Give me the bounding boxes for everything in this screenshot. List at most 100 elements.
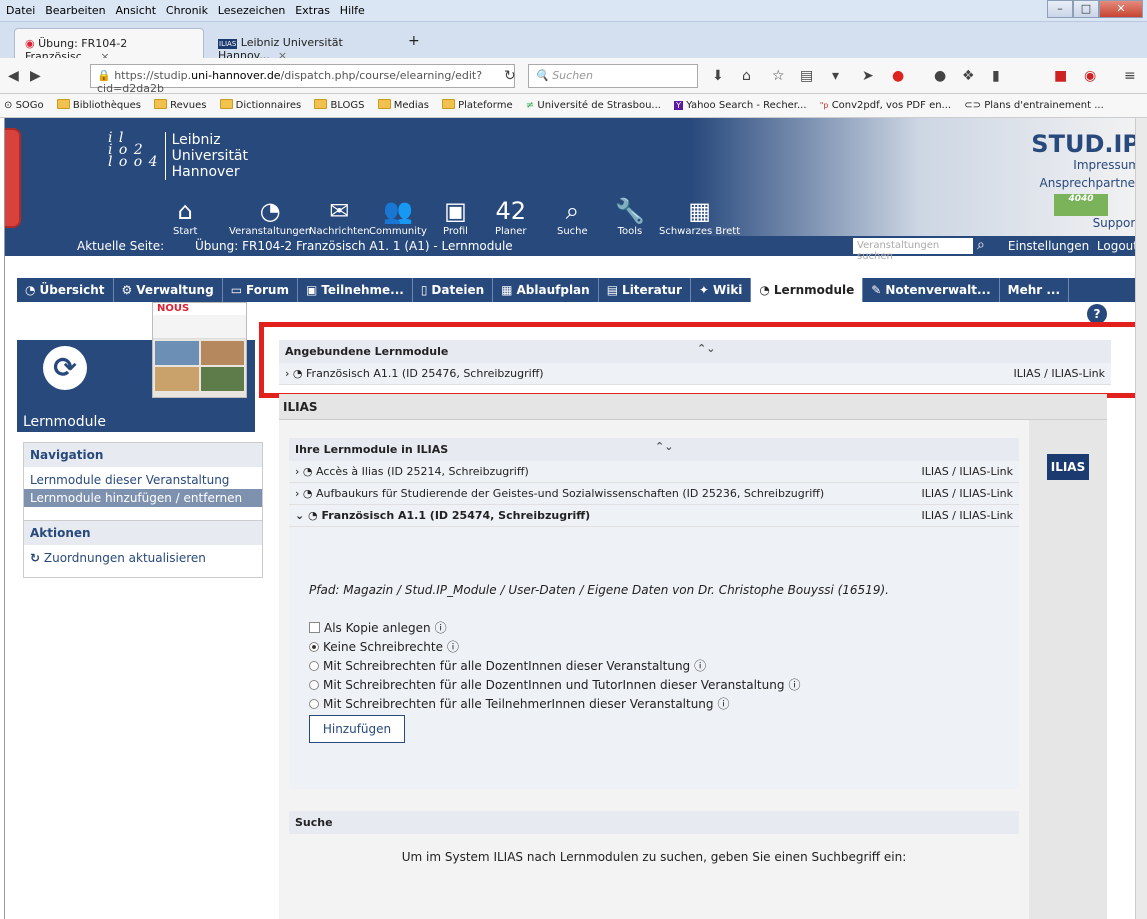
- ansprechpartner-link[interactable]: Ansprechpartner: [1040, 176, 1140, 190]
- menu-ansicht[interactable]: Ansicht: [115, 4, 156, 17]
- browser-tab-active[interactable]: ◉ Übung: FR104-2 Französisc... ×: [14, 28, 204, 63]
- list-item[interactable]: › ◔ Accès à Ilias (ID 25214, Schreibzugr…: [289, 461, 1019, 483]
- bookmark-sogo[interactable]: ⊙ SOGo: [4, 100, 44, 111]
- tab-wiki[interactable]: ✦ Wiki: [691, 278, 752, 302]
- list-item-expanded[interactable]: ⌄ ◔ Französisch A1.1 (ID 25474, Schreibz…: [289, 505, 1019, 527]
- menu-hilfe[interactable]: Hilfe: [340, 4, 365, 17]
- download-icon[interactable]: ⬇: [712, 68, 724, 84]
- tab-verwaltung[interactable]: ⚙ Verwaltung: [114, 278, 223, 302]
- nav-start[interactable]: ⌂ Start: [173, 196, 197, 237]
- menu-extras[interactable]: Extras: [295, 4, 330, 17]
- nav-planer[interactable]: 42 Planer: [495, 196, 527, 237]
- pocket-icon[interactable]: ▾: [832, 68, 839, 84]
- wrench-icon: 🔧: [615, 197, 645, 225]
- close-window-icon[interactable]: ✕: [1099, 0, 1143, 18]
- radio-write-dozent-tutor[interactable]: Mit Schreibrechten für alle DozentInnen …: [309, 676, 800, 693]
- list-item[interactable]: › ◔ Aufbaukurs für Studierende der Geist…: [289, 483, 1019, 505]
- nav-community[interactable]: 👥 Community: [369, 196, 427, 237]
- course-search-input[interactable]: Veranstaltungen suchen: [853, 238, 973, 262]
- bookmark-star-icon[interactable]: ☆: [772, 68, 785, 84]
- collapse-all-icon[interactable]: ⌃⌄: [655, 440, 673, 453]
- nav-nachrichten[interactable]: ✉ Nachrichten: [309, 196, 370, 237]
- tab-uebersicht[interactable]: ◔ Übersicht: [17, 278, 114, 302]
- info-icon[interactable]: ⓘ: [694, 657, 706, 674]
- bookmark-folder[interactable]: Revues: [154, 99, 206, 111]
- breadcrumb[interactable]: Übung: FR104-2 Französisch A1. 1 (A1) - …: [195, 239, 513, 253]
- nav-veranstaltungen[interactable]: ◔ Veranstaltungen: [229, 196, 311, 237]
- copy-checkbox[interactable]: Als Kopie anlegen ⓘ: [309, 619, 800, 636]
- university-logo[interactable]: i l i o 2 l o o 4 Leibniz Universität Ha…: [108, 131, 248, 180]
- ilias-logo: ILIAS: [1047, 454, 1089, 480]
- info-icon[interactable]: ⓘ: [435, 619, 447, 636]
- send-icon[interactable]: ➤: [862, 68, 874, 84]
- bookmark-folder[interactable]: Bibliothèques: [56, 99, 141, 111]
- impressum-link[interactable]: Impressum: [1073, 158, 1140, 172]
- tab-lernmodule[interactable]: ◔ Lernmodule: [751, 278, 864, 302]
- sidebar-item-dieser-veranstaltung[interactable]: Lernmodule dieser Veranstaltung: [24, 471, 262, 489]
- maximize-icon[interactable]: □: [1073, 0, 1099, 18]
- radio-icon: [309, 698, 319, 709]
- home-icon[interactable]: ⌂: [742, 68, 751, 84]
- url-bar[interactable]: 🔒 https://studip.uni-hannover.de/dispatc…: [90, 64, 515, 95]
- bookmark-link[interactable]: ⊂⊃ Plans d'entrainement ...: [964, 100, 1104, 111]
- support-link[interactable]: Support: [1093, 216, 1140, 230]
- bookmark-folder[interactable]: Medias: [377, 99, 429, 111]
- forward-icon[interactable]: ▶: [30, 68, 41, 84]
- chat-icon[interactable]: ●: [934, 68, 946, 84]
- bookmark-link[interactable]: ≠ Université de Strasbou...: [526, 100, 661, 111]
- elearning-badge[interactable]: 4040: [1054, 194, 1108, 216]
- radio-no-write[interactable]: Keine Schreibrechte ⓘ: [309, 638, 800, 655]
- studip-logo[interactable]: STUD.IP: [1031, 130, 1140, 158]
- pinterest-icon[interactable]: ◉: [1084, 68, 1096, 84]
- add-button[interactable]: Hinzufügen: [309, 715, 405, 743]
- tab-forum[interactable]: ▭ Forum: [223, 278, 298, 302]
- minimize-icon[interactable]: –: [1047, 0, 1073, 18]
- info-icon[interactable]: ⓘ: [447, 638, 459, 655]
- nav-schwarzes-brett[interactable]: ▦ Schwarzes Brett: [659, 196, 740, 237]
- browser-search-input[interactable]: 🔍 Suchen: [528, 64, 698, 88]
- tab-label: Dateien: [431, 283, 485, 297]
- reload-icon[interactable]: ↻: [504, 68, 516, 84]
- lock-icon: 🔒: [97, 69, 111, 82]
- bookmark-folder[interactable]: Dictionnaires: [219, 99, 301, 111]
- tab-dateien[interactable]: ▯ Dateien: [413, 278, 494, 302]
- bookmark-folder[interactable]: BLOGS: [314, 99, 365, 111]
- help-icon[interactable]: ?: [1087, 304, 1107, 324]
- menu-lesezeichen[interactable]: Lesezeichen: [218, 4, 286, 17]
- update-assignments-link[interactable]: ↻ Zuordnungen aktualisieren: [24, 549, 262, 567]
- hamburger-menu-icon[interactable]: ≡: [1124, 68, 1136, 84]
- sidebar-item-hinzufuegen[interactable]: Lernmodule hinzufügen / entfernen: [24, 489, 262, 507]
- radio-write-dozent[interactable]: Mit Schreibrechten für alle DozentInnen …: [309, 657, 800, 674]
- nav-profil[interactable]: ▣ Profil: [443, 196, 468, 237]
- battery-icon[interactable]: ▮: [992, 68, 1000, 84]
- library-icon[interactable]: ▤: [800, 68, 813, 84]
- menu-datei[interactable]: Datei: [6, 4, 35, 17]
- logout-link[interactable]: Logout: [1097, 239, 1138, 253]
- tab-literatur[interactable]: ▤ Literatur: [599, 278, 691, 302]
- menu-bearbeiten[interactable]: Bearbeiten: [45, 4, 105, 17]
- nav-suche[interactable]: ⌕ Suche: [557, 196, 588, 237]
- bookmark-link[interactable]: Y Yahoo Search - Recher...: [674, 100, 807, 111]
- tab-ablaufplan[interactable]: ▦ Ablaufplan: [493, 278, 599, 302]
- radio-icon: [309, 679, 319, 690]
- scrollbar[interactable]: [1135, 118, 1147, 919]
- back-icon[interactable]: ◀: [8, 68, 19, 84]
- info-icon[interactable]: ⓘ: [718, 695, 730, 712]
- adblock-icon[interactable]: ●: [892, 68, 904, 84]
- menu-chronik[interactable]: Chronik: [166, 4, 208, 17]
- bookmark-folder[interactable]: Plateforme: [442, 99, 513, 111]
- info-icon[interactable]: ⓘ: [788, 676, 800, 693]
- pdf-icon: "p: [819, 101, 829, 110]
- tab-notenverwaltung[interactable]: ✎ Notenverwalt...: [863, 278, 1000, 302]
- tab-teilnehmende[interactable]: ▣ Teilnehme...: [298, 278, 413, 302]
- browser-tab[interactable]: ILIAS Leibniz Universität Hannov... ×: [208, 28, 398, 62]
- extension-icon[interactable]: ❖: [962, 68, 975, 84]
- new-tab-button[interactable]: +: [400, 28, 428, 58]
- tab-mehr[interactable]: Mehr ...: [1000, 278, 1070, 302]
- settings-link[interactable]: Einstellungen: [1008, 239, 1089, 253]
- search-icon[interactable]: ⌕: [977, 237, 985, 253]
- bookmark-link[interactable]: "p Conv2pdf, vos PDF en...: [820, 100, 951, 111]
- extension-red-icon[interactable]: ■: [1054, 68, 1067, 84]
- nav-tools[interactable]: 🔧 Tools: [615, 196, 645, 237]
- radio-write-all[interactable]: Mit Schreibrechten für alle TeilnehmerIn…: [309, 695, 800, 712]
